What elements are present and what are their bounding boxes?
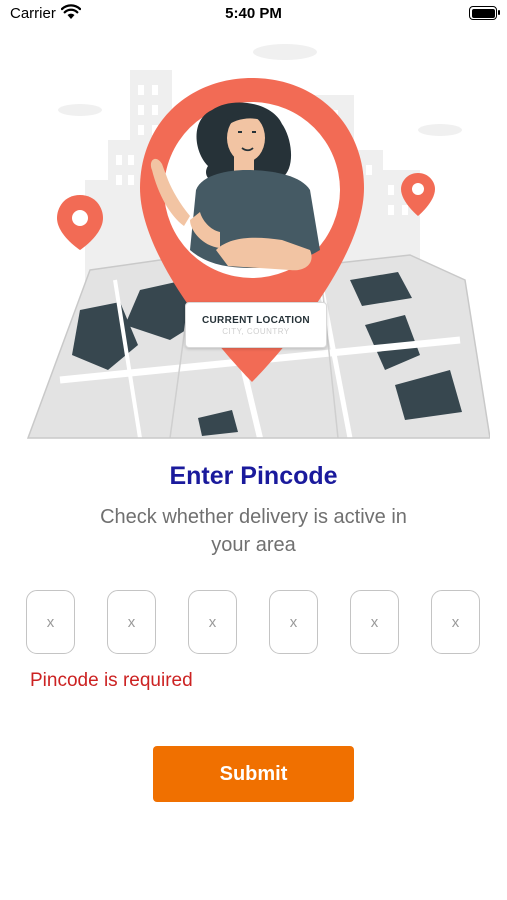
status-bar: Carrier 5:40 PM <box>0 0 507 30</box>
page-title: Enter Pincode <box>169 462 338 490</box>
status-time: 5:40 PM <box>225 5 282 22</box>
delivery-location-illustration <box>26 44 490 439</box>
current-location-label: CURRENT LOCATION <box>202 315 310 326</box>
pincode-error-message: Pincode is required <box>30 670 193 691</box>
city-country-label: CITY, COUNTRY <box>222 327 290 336</box>
pincode-digit-input-2[interactable]: x <box>107 590 156 654</box>
pincode-digit-input-3[interactable]: x <box>188 590 237 654</box>
pincode-digit-input-4[interactable]: x <box>269 590 318 654</box>
pincode-digit-input-5[interactable]: x <box>350 590 399 654</box>
pincode-input-group: x x x x x x <box>26 590 481 656</box>
page-subtitle: Check whether delivery is active in your… <box>100 506 407 556</box>
submit-button[interactable]: Submit <box>153 746 354 802</box>
pincode-digit-input-1[interactable]: x <box>26 590 75 654</box>
pincode-digit-input-6[interactable]: x <box>431 590 480 654</box>
current-location-card: CURRENT LOCATION CITY, COUNTRY <box>185 302 327 348</box>
battery-icon <box>469 6 500 20</box>
